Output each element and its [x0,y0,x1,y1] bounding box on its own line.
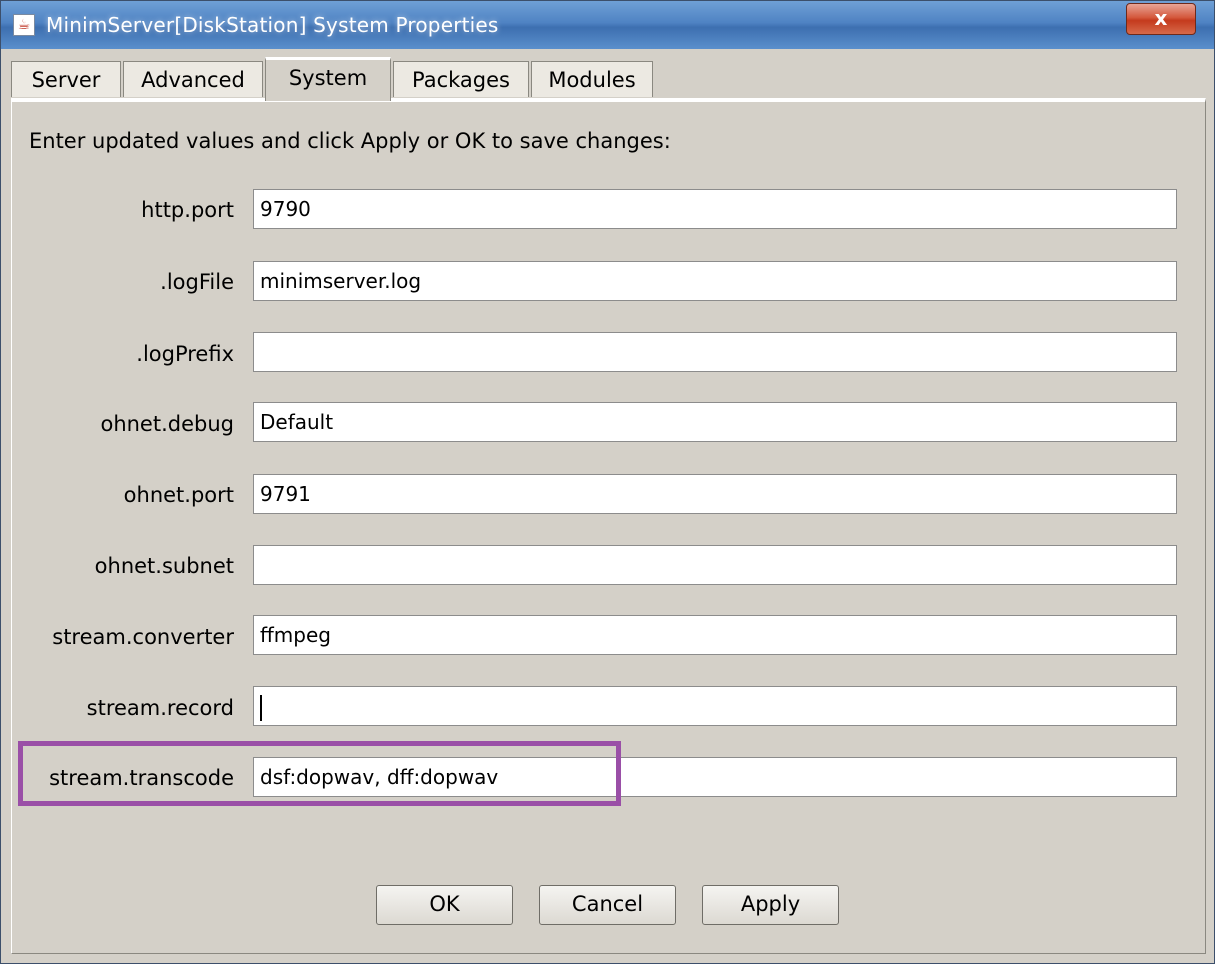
ok-button[interactable]: OK [376,885,513,925]
label-stream-record: stream.record [86,696,234,720]
tab-bar: Server Advanced System Packages Modules [11,57,1206,101]
instructions-text: Enter updated values and click Apply or … [29,129,671,153]
java-app-icon: ☕ [13,14,35,36]
tab-advanced[interactable]: Advanced [123,61,263,97]
tab-system[interactable]: System [265,57,391,101]
system-properties-window: ☕ MinimServer[DiskStation] System Proper… [0,0,1215,964]
label-logprefix: .logPrefix [136,342,234,366]
logfile-field[interactable]: minimserver.log [253,261,1177,301]
label-stream-transcode: stream.transcode [49,766,234,790]
label-ohnet-debug: ohnet.debug [100,412,234,436]
logprefix-field[interactable] [253,332,1177,372]
label-stream-converter: stream.converter [52,625,234,649]
window-title: MinimServer[DiskStation] System Properti… [46,13,499,37]
stream-converter-field[interactable]: ffmpeg [253,615,1177,655]
tab-packages[interactable]: Packages [393,61,529,97]
ohnet-port-field[interactable]: 9791 [253,474,1177,514]
label-http-port: http.port [141,198,234,222]
apply-button[interactable]: Apply [702,885,839,925]
tab-modules[interactable]: Modules [531,61,653,97]
label-ohnet-port: ohnet.port [123,483,234,507]
ohnet-subnet-field[interactable] [253,545,1177,585]
title-bar[interactable]: ☕ MinimServer[DiskStation] System Proper… [1,1,1214,49]
cancel-button[interactable]: Cancel [539,885,676,925]
tab-server[interactable]: Server [11,61,121,97]
ohnet-debug-field[interactable]: Default [253,402,1177,442]
label-logfile: .logFile [160,270,234,294]
http-port-field[interactable]: 9790 [253,189,1177,229]
stream-transcode-field[interactable]: dsf:dopwav, dff:dopwav [253,757,1177,797]
close-button[interactable]: x [1126,3,1196,35]
label-ohnet-subnet: ohnet.subnet [94,554,234,578]
text-caret [260,694,262,721]
stream-record-field[interactable] [253,686,1177,726]
